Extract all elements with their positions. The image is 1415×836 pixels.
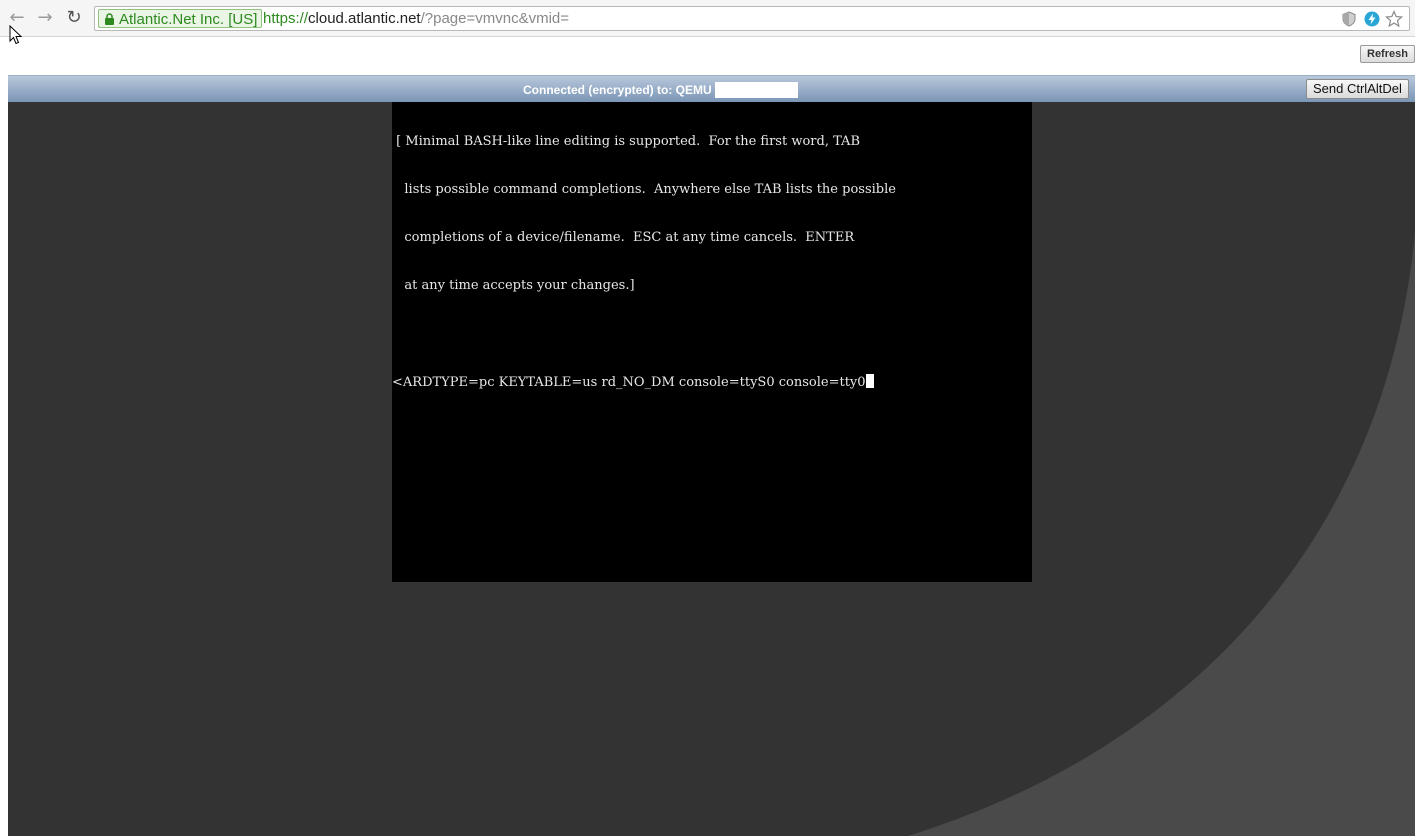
- url-host: cloud.atlantic.net: [308, 10, 421, 27]
- vnc-connection-status: Connected (encrypted) to: QEMU: [523, 83, 712, 97]
- ev-certificate-label: Atlantic.Net Inc. [US]: [119, 11, 258, 28]
- url-text[interactable]: https://cloud.atlantic.net/?page=vmvnc&v…: [263, 9, 569, 28]
- console-output: [ Minimal BASH-like line editing is supp…: [392, 102, 896, 422]
- browser-toolbar: ← → ↻ Atlantic.Net Inc. [US] https://clo…: [0, 0, 1415, 37]
- console-edit-line[interactable]: <ARDTYPE=pc KEYTABLE=us rd_NO_DM console…: [392, 374, 896, 390]
- vnc-status-bar: Connected (encrypted) to: QEMU Send Ctrl…: [8, 75, 1415, 102]
- console-line: lists possible command completions. Anyw…: [392, 182, 896, 197]
- vnc-canvas-area: [ Minimal BASH-like line editing is supp…: [8, 102, 1415, 836]
- mouse-pointer-icon: [9, 25, 23, 45]
- lock-icon: [105, 13, 114, 25]
- send-ctrlaltdel-button[interactable]: Send CtrlAltDel: [1306, 79, 1409, 99]
- forward-arrow-icon[interactable]: →: [35, 8, 55, 28]
- url-scheme: https://: [263, 10, 309, 27]
- star-icon[interactable]: [1385, 10, 1403, 28]
- url-path: /?page=vmvnc&vmid=: [420, 10, 570, 27]
- bolt-icon[interactable]: [1363, 10, 1381, 28]
- console-line: completions of a device/filename. ESC at…: [392, 230, 855, 245]
- address-bar[interactable]: Atlantic.Net Inc. [US] https://cloud.atl…: [94, 6, 1410, 31]
- text-cursor: [865, 374, 874, 388]
- console-line: at any time accepts your changes.]: [392, 278, 635, 293]
- vnc-remote-screen[interactable]: [ Minimal BASH-like line editing is supp…: [392, 102, 1032, 582]
- shield-icon[interactable]: [1340, 10, 1358, 28]
- kernel-command-line: <ARDTYPE=pc KEYTABLE=us rd_NO_DM console…: [392, 375, 866, 390]
- ev-certificate-badge[interactable]: Atlantic.Net Inc. [US]: [98, 9, 263, 28]
- console-line: [ Minimal BASH-like line editing is supp…: [392, 134, 860, 149]
- reload-icon[interactable]: ↻: [64, 8, 84, 28]
- refresh-button[interactable]: Refresh: [1360, 45, 1415, 63]
- redacted-vm-name: [715, 82, 798, 98]
